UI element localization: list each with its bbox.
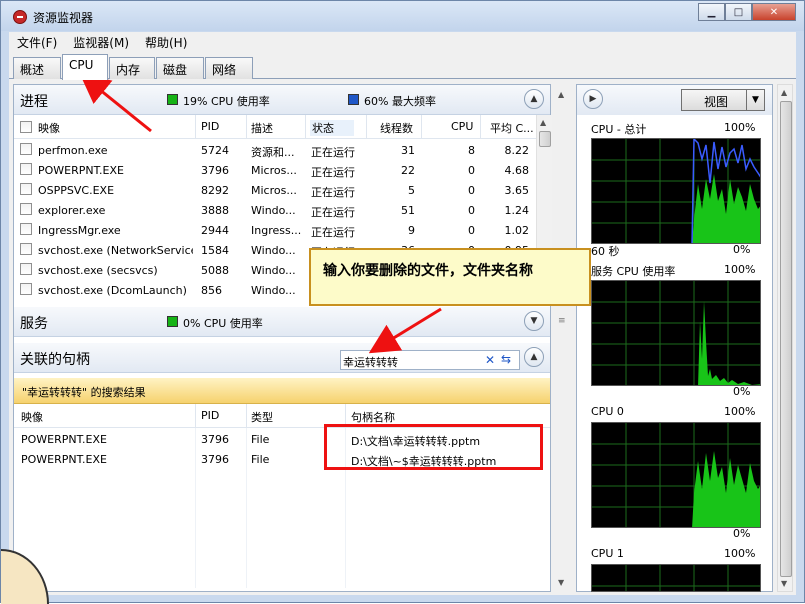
resource-monitor-window: 资源监视器 ▁ □ ✕ 文件(F) 监视器(M) 帮助(H) 概述 CPU 内存… — [0, 0, 805, 604]
annotation-arrows — [79, 73, 442, 354]
arrow-to-cpu-tab — [79, 73, 152, 133]
tab-cpu[interactable]: CPU — [62, 54, 108, 80]
arrow-to-search-box — [368, 307, 442, 354]
